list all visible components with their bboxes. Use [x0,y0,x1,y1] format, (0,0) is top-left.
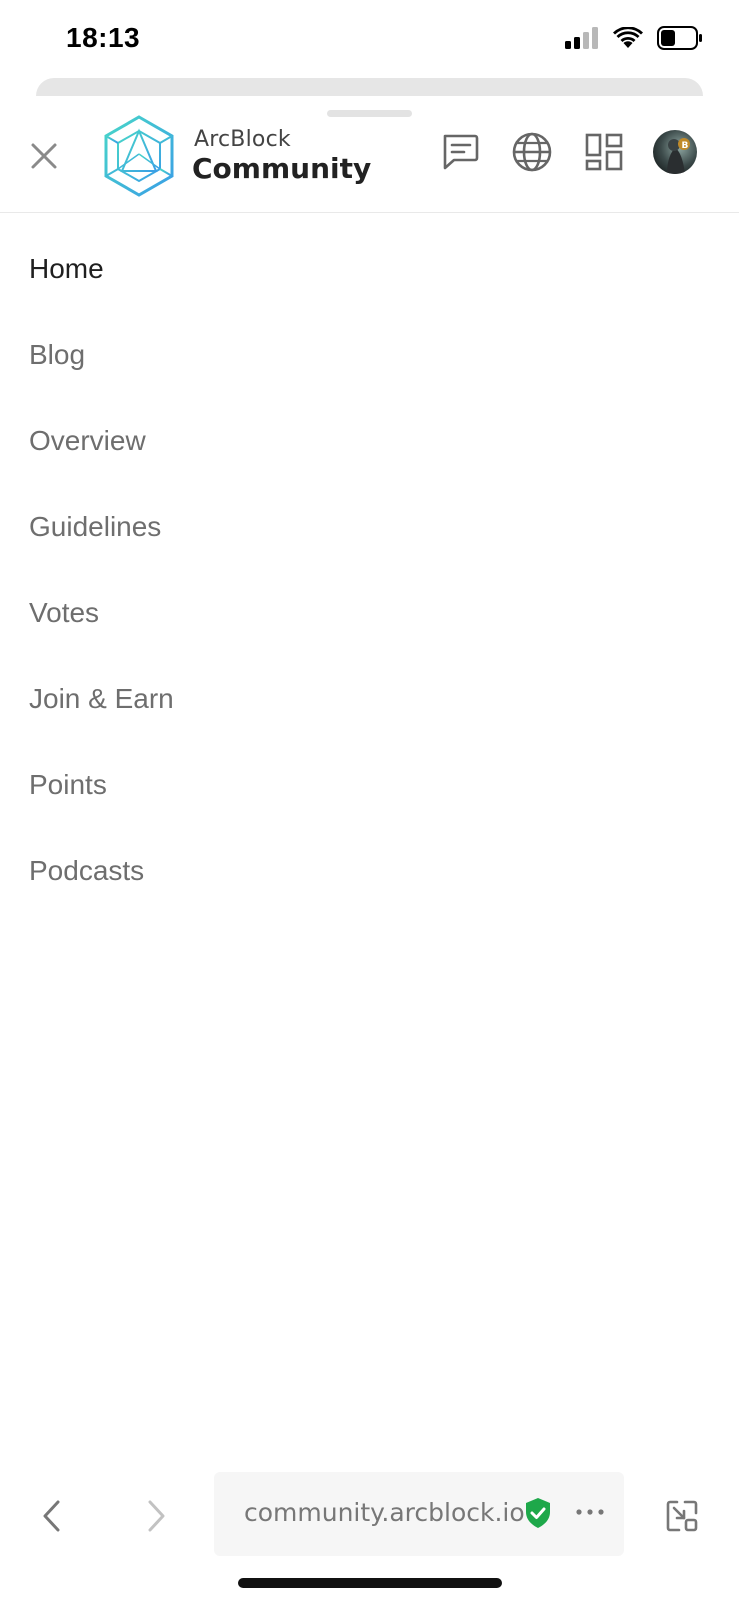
user-avatar[interactable]: B [653,130,697,174]
menu-item-overview[interactable]: Overview [0,398,739,484]
header: ArcBlock Community B [0,115,739,213]
minimize-icon [665,1499,699,1538]
menu-item-blog[interactable]: Blog [0,312,739,398]
svg-text:B: B [682,141,689,151]
menu-item-podcasts[interactable]: Podcasts [0,828,739,914]
cellular-signal-icon [565,27,599,54]
close-button[interactable] [22,136,66,180]
apps-grid-icon [585,133,623,176]
globe-icon [511,131,553,178]
battery-icon [657,26,703,55]
close-icon [30,142,58,175]
more-options-button[interactable] [570,1494,610,1530]
chat-button[interactable] [436,130,484,178]
menu-item-points[interactable]: Points [0,742,739,828]
nav-menu: Home Blog Overview Guidelines Votes Join… [0,226,739,914]
menu-item-join-earn[interactable]: Join & Earn [0,656,739,742]
status-icons [565,26,703,55]
arcblock-logo[interactable] [102,114,176,198]
sheet-background [36,78,703,96]
forward-arrow-icon [144,1498,168,1539]
status-bar: 18:13 [0,0,739,76]
back-button[interactable] [30,1496,74,1540]
address-bar[interactable]: community.arcblock.io [214,1472,624,1556]
back-arrow-icon [40,1498,64,1539]
more-dots-icon [575,1503,605,1521]
brand-name-small: ArcBlock [194,127,291,152]
menu-item-votes[interactable]: Votes [0,570,739,656]
chat-icon [440,132,480,177]
url-text: community.arcblock.io [244,1498,525,1527]
menu-item-home[interactable]: Home [0,226,739,312]
minimize-button[interactable] [660,1496,704,1540]
status-time: 18:13 [66,22,141,53]
language-button[interactable] [508,130,556,178]
forward-button[interactable] [134,1496,178,1540]
wifi-icon [613,26,643,54]
apps-button[interactable] [580,130,628,178]
brand-name-big: Community [192,152,372,185]
sheet-grabber[interactable] [327,110,412,117]
menu-item-guidelines[interactable]: Guidelines [0,484,739,570]
secure-shield-icon [524,1497,552,1529]
home-indicator[interactable] [238,1578,502,1588]
